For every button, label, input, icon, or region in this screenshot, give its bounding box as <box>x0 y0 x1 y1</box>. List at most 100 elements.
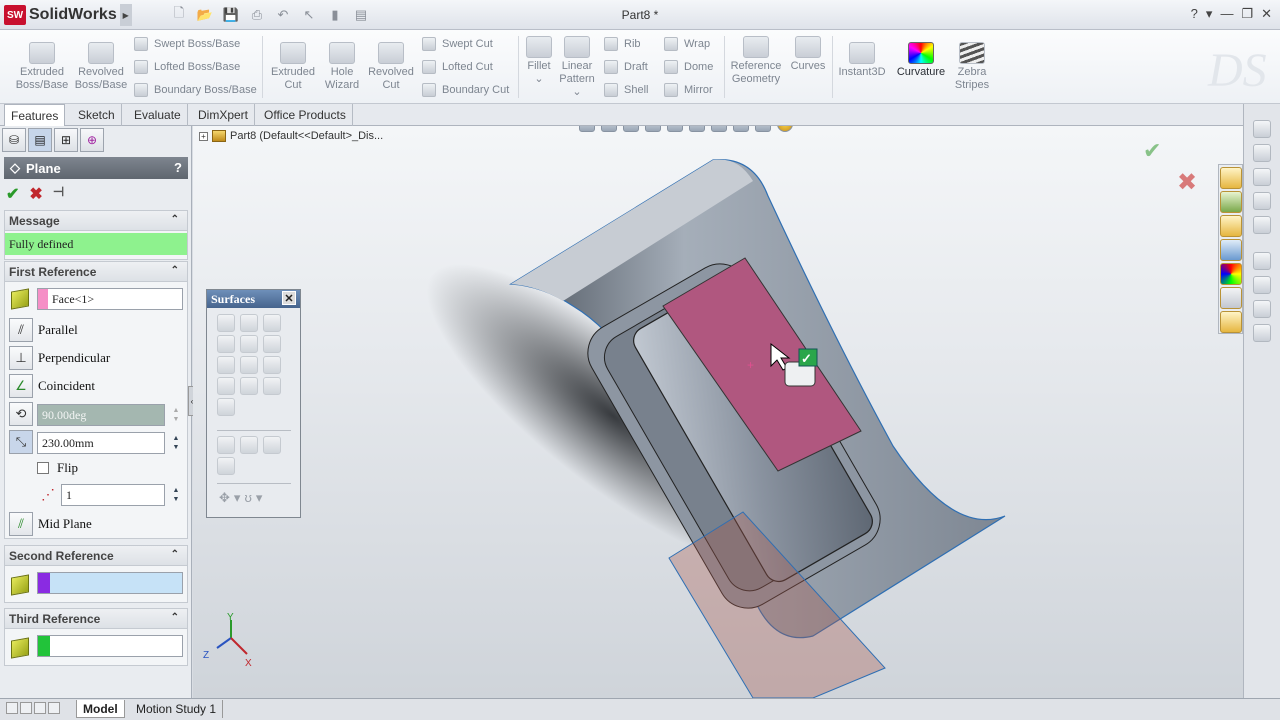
extend-surface-icon[interactable] <box>217 398 235 416</box>
distance-spinner[interactable]: ▲ ▼ <box>169 432 183 454</box>
boundary-cut-button[interactable]: Boundary Cut <box>422 83 509 97</box>
first-reference-header[interactable]: First Reference ⌃ <box>5 262 187 282</box>
feature-manager-icon[interactable]: ⛁ <box>2 128 26 152</box>
linear-pattern-button[interactable]: Linear Pattern ⌄ <box>556 36 598 99</box>
surface-fillet-icon[interactable] <box>217 377 235 395</box>
swept-boss-button[interactable]: Swept Boss/Base <box>134 37 240 51</box>
untrim-surface-icon[interactable] <box>240 436 258 454</box>
angle-spinner[interactable]: ▲ ▼ <box>169 404 183 426</box>
graphics-area[interactable]: + Part8 (Default<<Default>_Dis... + ✓ Y … <box>193 126 1243 698</box>
flip-checkbox[interactable]: Flip <box>37 460 78 476</box>
minimize-button[interactable]: — <box>1220 6 1233 22</box>
appearances-icon[interactable] <box>1219 263 1242 285</box>
viewport-restore-button[interactable]: ❐ <box>1198 126 1209 128</box>
surfaces-close-button[interactable]: ✕ <box>282 291 296 305</box>
first-tab-button[interactable] <box>6 702 18 714</box>
collapse-icon[interactable]: ⌃ <box>171 549 179 560</box>
zebra-stripes-button[interactable]: Zebra Stripes <box>952 42 992 92</box>
ruled-surface-icon[interactable] <box>263 356 281 374</box>
view-settings-icon[interactable] <box>777 126 793 132</box>
swept-surface-icon[interactable] <box>263 314 281 332</box>
angle-input[interactable]: 90.00deg <box>37 404 165 426</box>
arc-tool-icon[interactable] <box>1253 168 1271 186</box>
coincident-option[interactable]: ∠ Coincident <box>9 374 95 398</box>
linear-pattern-dropdown-icon[interactable]: ⌄ <box>572 86 581 99</box>
view-palette-icon[interactable] <box>1219 239 1242 261</box>
extruded-surface-icon[interactable] <box>217 314 235 332</box>
view-orientation-icon[interactable] <box>667 126 683 132</box>
mirror-button[interactable]: Mirror <box>664 83 713 97</box>
section-view-icon[interactable] <box>645 126 661 132</box>
checkbox-icon[interactable] <box>37 462 49 474</box>
apply-scene-icon[interactable] <box>755 126 771 132</box>
second-reference-field[interactable] <box>37 572 183 594</box>
lofted-surface-icon[interactable] <box>217 335 235 353</box>
lofted-cut-button[interactable]: Lofted Cut <box>422 60 493 74</box>
custom-properties-icon[interactable] <box>1219 287 1242 309</box>
curves-button[interactable]: Curves <box>788 36 828 73</box>
distance-option[interactable]: ⤡ <box>9 430 38 454</box>
rib-button[interactable]: Rib <box>604 37 641 51</box>
help-icon[interactable]: ? <box>1191 6 1198 22</box>
line-tool-icon[interactable] <box>1253 120 1271 138</box>
curve-icon[interactable]: ʊ <box>244 490 251 506</box>
prev-tab-button[interactable] <box>20 702 32 714</box>
replace-face-icon[interactable] <box>263 377 281 395</box>
offset-surface-icon[interactable] <box>240 356 258 374</box>
convert-tool-icon[interactable] <box>1253 324 1271 342</box>
thicken-icon[interactable] <box>217 457 235 475</box>
freeform-icon[interactable]: ✥ <box>219 490 230 506</box>
dimension-tool-icon[interactable] <box>1253 216 1271 234</box>
curvature-button[interactable]: Curvature <box>893 42 949 79</box>
surfaces-toolbar-title[interactable]: Surfaces ✕ <box>207 290 300 308</box>
collapse-icon[interactable]: ⌃ <box>171 265 179 276</box>
number-of-planes-input[interactable]: 1 <box>61 484 165 506</box>
help-dropdown-icon[interactable]: ▾ <box>1206 6 1213 22</box>
pushpin-icon[interactable]: ⊣ <box>53 184 64 204</box>
third-reference-field[interactable] <box>37 635 183 657</box>
perpendicular-option[interactable]: ⊥ Perpendicular <box>9 346 110 370</box>
tab-office-products[interactable]: Office Products <box>258 104 353 126</box>
confirmation-corner[interactable]: ✔ ✖ <box>1143 138 1197 196</box>
viewport-minimize-button[interactable]: — <box>1174 126 1186 128</box>
angle-option[interactable]: ⟲ <box>9 402 38 426</box>
first-reference-field[interactable]: Face<1> <box>37 288 183 310</box>
cancel-x-icon[interactable]: ✖ <box>29 184 42 204</box>
fillet-dropdown-icon[interactable]: ⌄ <box>534 73 543 86</box>
offset-tool-icon[interactable] <box>1253 300 1271 318</box>
revolved-surface-icon[interactable] <box>240 314 258 332</box>
ellipse-tool-icon[interactable] <box>1253 252 1271 270</box>
configuration-manager-icon[interactable]: ⊞ <box>54 128 78 152</box>
boundary-surface-icon[interactable] <box>240 335 258 353</box>
collapse-icon[interactable]: ⌃ <box>171 612 179 623</box>
swept-cut-button[interactable]: Swept Cut <box>422 37 493 51</box>
edit-appearance-icon[interactable] <box>733 126 749 132</box>
tab-evaluate[interactable]: Evaluate <box>128 104 188 126</box>
draft-button[interactable]: Draft <box>604 60 648 74</box>
next-tab-button[interactable] <box>34 702 46 714</box>
instant3d-button[interactable]: Instant3D <box>836 42 888 79</box>
hole-wizard-button[interactable]: Hole Wizard <box>322 42 362 92</box>
circle-tool-icon[interactable] <box>1253 144 1271 162</box>
fillet-button[interactable]: Fillet ⌄ <box>524 36 554 86</box>
tab-features[interactable]: Features <box>4 104 66 126</box>
ok-check-icon[interactable]: ✔ <box>6 184 19 204</box>
wrap-button[interactable]: Wrap <box>664 37 710 51</box>
zoom-to-fit-icon[interactable] <box>579 126 595 132</box>
solidworks-resources-icon[interactable] <box>1219 167 1242 189</box>
message-header[interactable]: Message ⌃ <box>5 211 187 231</box>
display-style-icon[interactable] <box>689 126 705 132</box>
filled-surface-icon[interactable] <box>263 335 281 353</box>
tab-dimxpert[interactable]: DimXpert <box>192 104 256 126</box>
tab-model[interactable]: Model <box>76 700 125 718</box>
knit-surface-icon[interactable] <box>263 436 281 454</box>
design-library-icon[interactable] <box>1219 191 1242 213</box>
dimxpert-manager-icon[interactable]: ⊕ <box>80 128 104 152</box>
extruded-cut-button[interactable]: Extruded Cut <box>268 42 318 92</box>
extruded-boss-button[interactable]: Extruded Boss/Base <box>16 42 68 92</box>
tab-sketch[interactable]: Sketch <box>72 104 122 126</box>
shell-button[interactable]: Shell <box>604 83 648 97</box>
distance-input[interactable]: 230.00mm <box>37 432 165 454</box>
close-button[interactable]: ✕ <box>1261 6 1272 22</box>
boundary-boss-button[interactable]: Boundary Boss/Base <box>134 83 257 97</box>
